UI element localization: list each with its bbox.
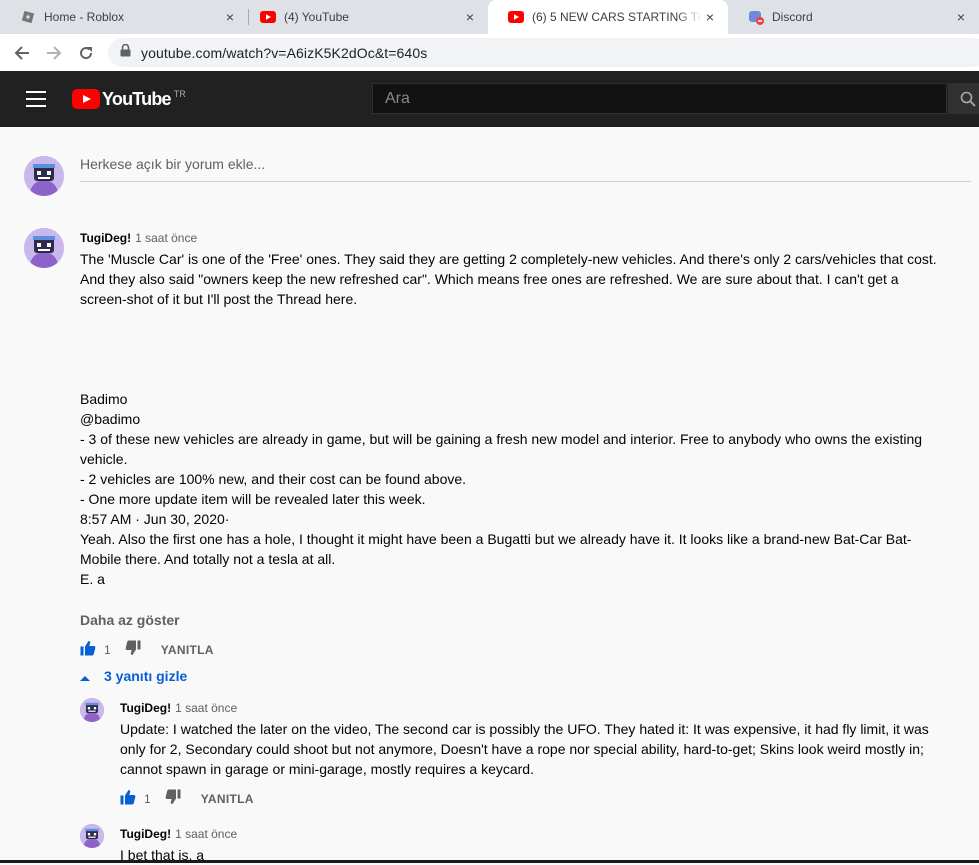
reply-time[interactable]: 1 saat önce bbox=[175, 701, 237, 715]
comment-line: - 2 vehicles are 100% new, and their cos… bbox=[80, 471, 467, 487]
chevron-up-icon bbox=[80, 668, 90, 684]
comment-line: 8:57 AM · Jun 30, 2020· bbox=[80, 511, 230, 527]
reply-body: Update: I watched the later on the video… bbox=[120, 719, 970, 779]
comment-line bbox=[80, 309, 960, 329]
discord-icon bbox=[748, 9, 764, 25]
reply-line: cannot spawn in garage or mini-garage, m… bbox=[120, 761, 534, 777]
comment-line: The 'Muscle Car' is one of the 'Free' on… bbox=[80, 251, 937, 267]
back-arrow-icon[interactable] bbox=[10, 41, 34, 65]
comment-time[interactable]: 1 saat önce bbox=[135, 231, 197, 245]
youtube-masthead: YouTube TR bbox=[0, 71, 979, 127]
youtube-logo[interactable]: YouTube TR bbox=[72, 89, 186, 109]
comment-line bbox=[80, 349, 960, 369]
comment-line: Badimo bbox=[80, 391, 128, 407]
url-text: youtube.com/watch?v=A6izK5K2dOc&t=640s bbox=[141, 44, 428, 61]
youtube-icon bbox=[508, 9, 524, 25]
reload-icon[interactable] bbox=[74, 41, 98, 65]
browser-tab-active-video[interactable]: (6) 5 NEW CARS STARTING TODAY × bbox=[488, 0, 728, 34]
reply-author[interactable]: TugiDeg! bbox=[120, 701, 171, 715]
browser-tab-strip: Home - Roblox × (4) YouTube × (6) 5 NEW … bbox=[0, 0, 979, 34]
tab-title: (4) YouTube bbox=[284, 10, 349, 24]
comment-body: The 'Muscle Car' is one of the 'Free' on… bbox=[80, 249, 960, 589]
reply-line: only for 2, Secondary could shoot but no… bbox=[120, 741, 924, 757]
comment-line: @badimo bbox=[80, 411, 141, 427]
comment-line bbox=[80, 369, 960, 389]
avatar[interactable] bbox=[24, 228, 64, 268]
close-icon[interactable]: × bbox=[953, 9, 969, 25]
youtube-icon bbox=[260, 9, 276, 25]
like-icon[interactable] bbox=[80, 640, 96, 661]
tab-title: Discord bbox=[772, 10, 813, 24]
reply-time[interactable]: 1 saat önce bbox=[175, 827, 237, 841]
avatar[interactable] bbox=[24, 156, 64, 196]
comment-line: vehicle. bbox=[80, 451, 128, 467]
comment-line: E. a bbox=[80, 571, 105, 587]
avatar[interactable] bbox=[80, 824, 104, 848]
show-less-link[interactable]: Daha az göster bbox=[80, 612, 180, 628]
comment-line: Mobile there. And totally not a tesla at… bbox=[80, 551, 336, 567]
comment-line: screen-shot of it but I'll post the Thre… bbox=[80, 291, 358, 307]
youtube-play-icon bbox=[72, 89, 100, 109]
like-count: 1 bbox=[104, 643, 111, 657]
browser-toolbar: youtube.com/watch?v=A6izK5K2dOc&t=640s bbox=[0, 34, 979, 72]
comment-line: - 3 of these new vehicles are already in… bbox=[80, 431, 923, 447]
comment-author[interactable]: TugiDeg! bbox=[80, 231, 131, 245]
youtube-logo-text: YouTube bbox=[102, 89, 172, 109]
browser-tab-youtube[interactable]: (4) YouTube × bbox=[240, 0, 488, 34]
dislike-icon[interactable] bbox=[165, 789, 181, 810]
hide-replies-button[interactable]: 3 yanıtı gizle bbox=[80, 668, 187, 684]
dislike-icon[interactable] bbox=[125, 640, 141, 661]
comment-line: Yeah. Also the first one has a hole, I t… bbox=[80, 531, 912, 547]
close-icon[interactable]: × bbox=[462, 9, 478, 25]
search-icon bbox=[960, 91, 976, 107]
reply-author[interactable]: TugiDeg! bbox=[120, 827, 171, 841]
browser-tab-discord[interactable]: Discord × bbox=[728, 0, 979, 34]
reply-button[interactable]: YANITLA bbox=[161, 643, 214, 657]
comment-line bbox=[80, 329, 960, 349]
forward-arrow-icon[interactable] bbox=[42, 41, 66, 65]
add-comment-field bbox=[80, 148, 971, 182]
roblox-icon bbox=[20, 9, 36, 25]
comment-line: And they also said "owners keep the new … bbox=[80, 271, 899, 287]
close-icon[interactable]: × bbox=[702, 9, 718, 25]
address-bar[interactable]: youtube.com/watch?v=A6izK5K2dOc&t=640s bbox=[108, 38, 979, 67]
search-input[interactable] bbox=[373, 84, 946, 113]
hide-replies-label: 3 yanıtı gizle bbox=[104, 668, 188, 684]
like-count: 1 bbox=[144, 792, 151, 806]
search-box bbox=[372, 83, 947, 114]
search-button[interactable] bbox=[948, 83, 979, 114]
lock-icon bbox=[120, 43, 131, 62]
like-icon[interactable] bbox=[120, 789, 136, 810]
comment-actions: 1 YANITLA bbox=[80, 638, 214, 662]
menu-icon[interactable] bbox=[26, 91, 46, 107]
reply-button[interactable]: YANITLA bbox=[201, 792, 254, 806]
comment-line: - One more update item will be revealed … bbox=[80, 491, 426, 507]
close-icon[interactable]: × bbox=[222, 9, 238, 25]
region-code: TR bbox=[173, 89, 186, 99]
tab-title: (6) 5 NEW CARS STARTING TODAY bbox=[532, 10, 702, 24]
add-comment-input[interactable] bbox=[80, 156, 971, 172]
reply-header: TugiDeg! 1 saat önce bbox=[120, 825, 237, 843]
reply-line: Update: I watched the later on the video… bbox=[120, 721, 929, 737]
reply-header: TugiDeg! 1 saat önce bbox=[120, 699, 237, 717]
reply-actions: 1 YANITLA bbox=[120, 787, 254, 811]
avatar[interactable] bbox=[80, 698, 104, 722]
browser-tab-roblox[interactable]: Home - Roblox × bbox=[0, 0, 248, 34]
tab-title: Home - Roblox bbox=[44, 10, 125, 24]
comment-header: TugiDeg! 1 saat önce bbox=[80, 229, 197, 247]
